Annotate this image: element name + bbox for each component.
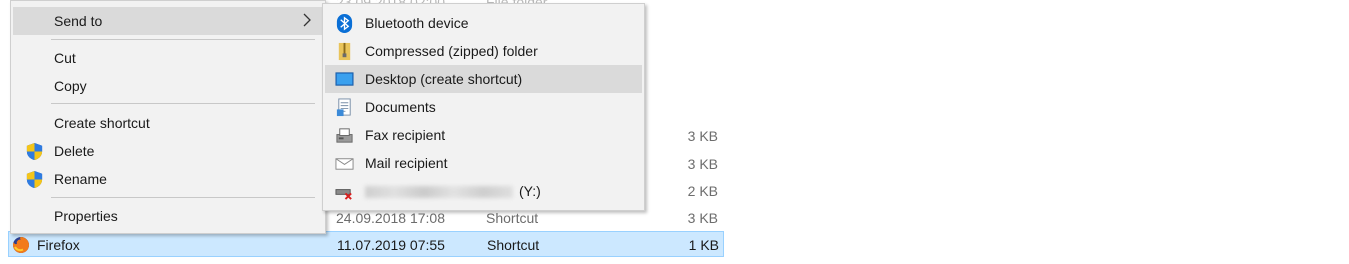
- send-to-fax[interactable]: Fax recipient: [325, 121, 642, 149]
- file-size: 2 KB: [687, 183, 718, 199]
- submenu-item-label: Documents: [365, 99, 436, 115]
- submenu-item-label: Desktop (create shortcut): [365, 71, 523, 87]
- file-size: 3 KB: [687, 210, 718, 226]
- menu-item-create-shortcut[interactable]: Create shortcut: [13, 109, 323, 137]
- menu-item-properties[interactable]: Properties: [13, 202, 323, 230]
- firefox-icon: [12, 237, 29, 253]
- uac-shield-icon: [26, 142, 43, 161]
- file-type: Shortcut: [487, 237, 540, 253]
- desktop-icon: [335, 72, 354, 86]
- file-date: 11.07.2019 07:55: [337, 237, 445, 253]
- send-to-bluetooth[interactable]: Bluetooth device: [325, 9, 642, 37]
- fax-icon: [336, 128, 353, 143]
- menu-item-label: Properties: [54, 208, 118, 224]
- file-name: Firefox: [37, 237, 80, 253]
- file-type: Shortcut: [486, 210, 539, 226]
- drive-letter: (Y:): [519, 183, 541, 199]
- chevron-right-icon: [303, 13, 311, 27]
- menu-item-cut[interactable]: Cut: [13, 44, 323, 72]
- menu-item-rename[interactable]: Rename: [13, 165, 323, 193]
- context-menu: Send to Cut Copy Create shortcut Delete …: [10, 0, 326, 234]
- redacted-drive-name: [365, 186, 513, 199]
- submenu-item-label: Mail recipient: [365, 155, 448, 171]
- menu-item-label: Create shortcut: [54, 115, 150, 131]
- uac-shield-icon: [26, 170, 43, 189]
- menu-separator: [51, 197, 315, 198]
- disconnected-drive-icon: [335, 189, 352, 200]
- send-to-desktop[interactable]: Desktop (create shortcut): [325, 65, 642, 93]
- menu-separator: [51, 39, 315, 40]
- menu-item-send-to[interactable]: Send to: [13, 7, 323, 35]
- submenu-item-label: Fax recipient: [365, 127, 446, 143]
- send-to-submenu: Bluetooth device Compressed (zipped) fol…: [322, 3, 645, 211]
- menu-item-label: Copy: [54, 78, 87, 94]
- send-to-network-drive[interactable]: (Y:): [325, 177, 642, 205]
- menu-item-label: Rename: [54, 171, 107, 187]
- file-date: 24.09.2018 17:08: [336, 210, 445, 226]
- file-size: 3 KB: [687, 156, 718, 172]
- file-size: 1 KB: [688, 237, 719, 253]
- bluetooth-icon: [336, 14, 353, 33]
- menu-item-label: Cut: [54, 50, 76, 66]
- menu-item-copy[interactable]: Copy: [13, 72, 323, 100]
- menu-item-label: Send to: [54, 13, 103, 29]
- documents-icon: [336, 98, 351, 117]
- send-to-mail[interactable]: Mail recipient: [325, 149, 642, 177]
- send-to-zip-folder[interactable]: Compressed (zipped) folder: [325, 37, 642, 65]
- submenu-item-label: (Y:): [365, 183, 541, 199]
- menu-item-delete[interactable]: Delete: [13, 137, 323, 165]
- menu-item-label: Delete: [54, 143, 95, 159]
- submenu-item-label: Compressed (zipped) folder: [365, 43, 538, 59]
- file-size: 3 KB: [687, 128, 718, 144]
- menu-separator: [51, 103, 315, 104]
- file-row-selected[interactable]: Firefox 11.07.2019 07:55 Shortcut 1 KB: [8, 231, 724, 257]
- zip-folder-icon: [338, 42, 351, 61]
- submenu-item-label: Bluetooth device: [365, 15, 469, 31]
- send-to-documents[interactable]: Documents: [325, 93, 642, 121]
- mail-icon: [335, 158, 354, 170]
